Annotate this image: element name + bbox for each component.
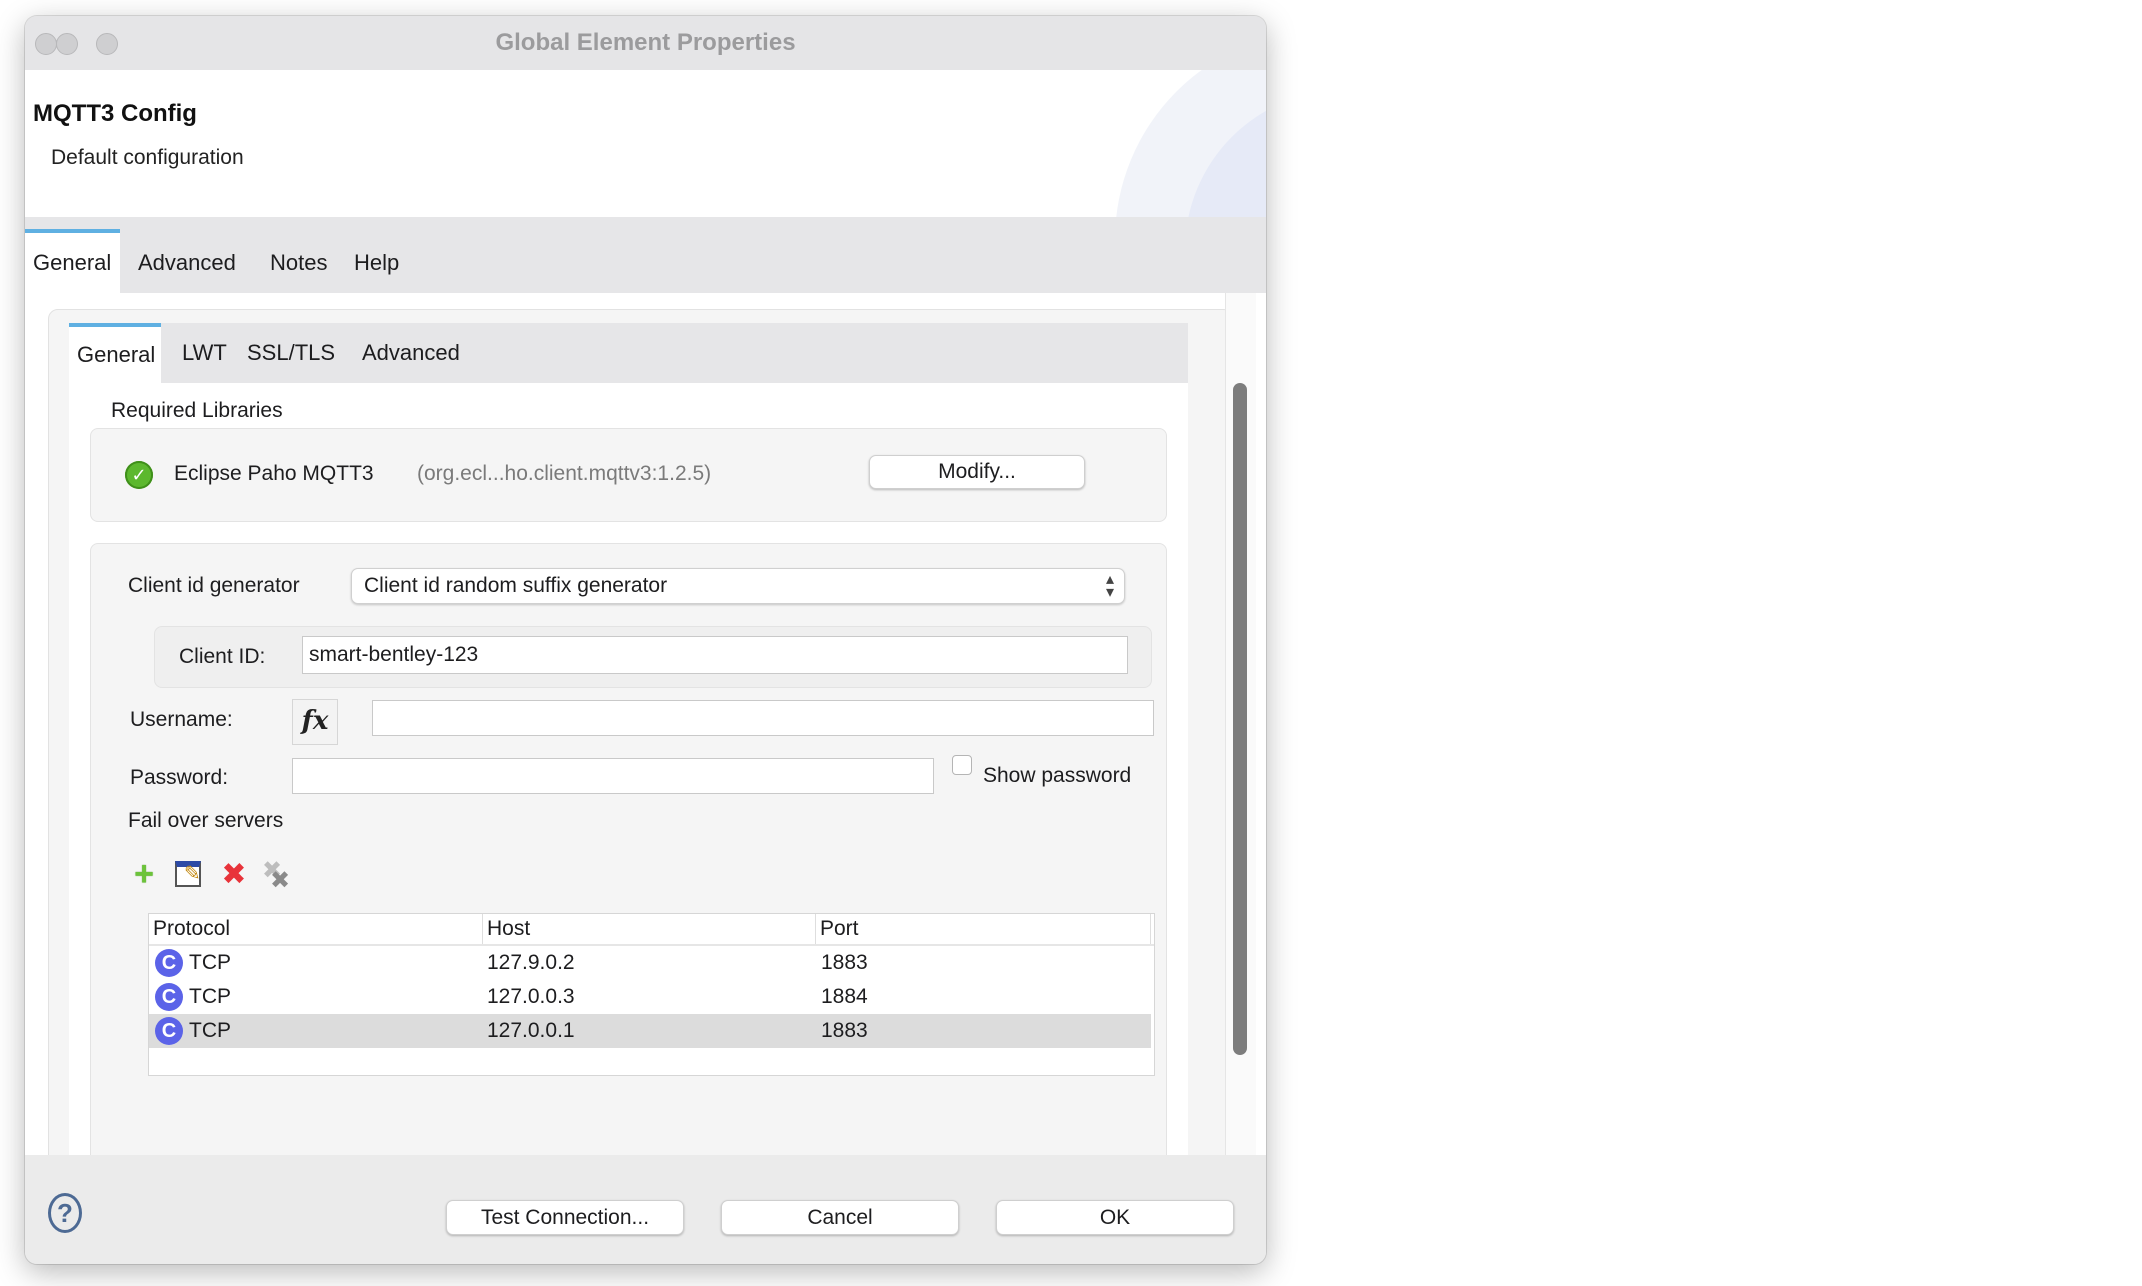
inner-tab-general[interactable]: General — [69, 323, 161, 383]
fx-expression-button[interactable]: fx — [292, 699, 338, 745]
fail-over-servers-label: Fail over servers — [128, 809, 284, 832]
column-header-port[interactable]: Port — [816, 914, 1151, 944]
show-password-label[interactable]: Show password — [983, 764, 1131, 788]
client-id-generator-select[interactable]: Client id random suffix generator ▴ ▾ — [351, 568, 1125, 604]
check-circle-icon: ✓ — [125, 461, 153, 489]
client-id-label: Client ID: — [179, 645, 266, 668]
tab-help[interactable]: Help — [345, 233, 408, 293]
tab-notes[interactable]: Notes — [261, 233, 336, 293]
show-password-checkbox[interactable] — [952, 755, 972, 775]
required-libraries-label: Required Libraries — [111, 399, 283, 422]
column-header-host[interactable]: Host — [483, 914, 816, 944]
cell-host: 127.0.0.1 — [487, 1019, 575, 1042]
delete-all-icon[interactable]: ✖ ✖ — [262, 857, 296, 894]
table-row[interactable]: C TCP 127.0.0.3 1884 — [149, 980, 1154, 1014]
inner-tab-bar: General LWT SSL/TLS Advanced — [69, 323, 1188, 383]
inner-tab-lwt[interactable]: LWT — [173, 323, 236, 383]
inner-tab-advanced[interactable]: Advanced — [353, 323, 469, 383]
help-icon[interactable]: ? — [48, 1193, 82, 1233]
cell-port: 1883 — [821, 951, 868, 974]
dialog-header: MQTT3 Config Default configuration — [25, 70, 1266, 219]
modify-button[interactable]: Modify... — [869, 455, 1085, 489]
title-bar: Global Element Properties — [25, 16, 1266, 71]
delete-icon[interactable]: ✖ — [219, 860, 249, 890]
test-connection-button[interactable]: Test Connection... — [446, 1200, 684, 1235]
table-row-selected[interactable]: C TCP 127.0.0.1 1883 — [149, 1014, 1151, 1048]
cell-protocol: TCP — [189, 951, 231, 974]
pencil-glyph: ✎ — [184, 863, 201, 885]
cell-protocol: TCP — [189, 985, 231, 1008]
button-bar: ? Test Connection... Cancel OK — [25, 1155, 1266, 1264]
table-row[interactable]: C TCP 127.9.0.2 1883 — [149, 946, 1154, 980]
cancel-button[interactable]: Cancel — [721, 1200, 959, 1235]
inner-panel: Required Libraries ✓ Eclipse Paho MQTT3 … — [69, 383, 1188, 1185]
delete-all-front-glyph: ✖ — [270, 867, 291, 894]
password-label: Password: — [130, 766, 229, 789]
client-id-generator-value: Client id random suffix generator — [364, 574, 668, 597]
fail-over-servers-table: Protocol Host Port C TCP 127.9.0.2 1883 … — [148, 913, 1155, 1076]
inner-tab-ssl-tls[interactable]: SSL/TLS — [238, 323, 344, 383]
edit-icon[interactable]: ✎ — [175, 861, 201, 887]
client-id-generator-label: Client id generator — [128, 574, 300, 597]
ok-button[interactable]: OK — [996, 1200, 1234, 1235]
tab-general[interactable]: General — [25, 229, 120, 293]
username-input[interactable] — [372, 700, 1154, 736]
username-label: Username: — [130, 708, 233, 731]
required-libraries-group: ✓ Eclipse Paho MQTT3 (org.ecl...ho.clien… — [90, 428, 1167, 522]
select-stepper-icon: ▴ ▾ — [1105, 571, 1114, 601]
vertical-scrollbar-thumb[interactable] — [1233, 383, 1247, 1055]
tcp-protocol-icon: C — [155, 949, 183, 977]
window-title: Global Element Properties — [495, 29, 796, 56]
library-name: Eclipse Paho MQTT3 — [174, 462, 374, 485]
tab-advanced[interactable]: Advanced — [129, 233, 245, 293]
library-artifact: (org.ecl...ho.client.mqttv3:1.2.5) — [417, 462, 712, 485]
add-icon[interactable]: + — [130, 857, 158, 891]
tcp-protocol-icon: C — [155, 1017, 183, 1045]
cell-port: 1883 — [821, 1019, 868, 1042]
client-id-input[interactable] — [302, 636, 1128, 674]
tcp-protocol-icon: C — [155, 983, 183, 1011]
password-input[interactable] — [292, 758, 934, 794]
cell-host: 127.9.0.2 — [487, 951, 575, 974]
cell-port: 1884 — [821, 985, 868, 1008]
config-subtitle: Default configuration — [51, 146, 244, 169]
global-element-properties-dialog: Global Element Properties MQTT3 Config D… — [25, 16, 1266, 1264]
outer-tab-bar: General Advanced Notes Help — [25, 217, 1266, 293]
config-title: MQTT3 Config — [33, 100, 197, 127]
cell-host: 127.0.0.3 — [487, 985, 575, 1008]
cell-protocol: TCP — [189, 1019, 231, 1042]
content-area: General LWT SSL/TLS Advanced Required Li… — [25, 293, 1266, 1191]
column-header-protocol[interactable]: Protocol — [149, 914, 483, 944]
